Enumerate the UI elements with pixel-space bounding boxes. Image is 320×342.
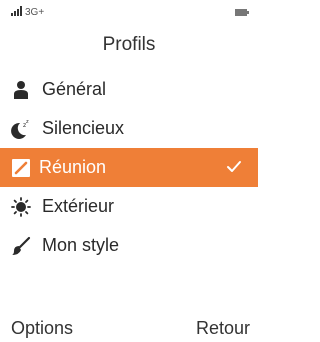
- profile-item-mon-style[interactable]: Mon style: [0, 226, 258, 265]
- options-softkey[interactable]: Options: [11, 316, 73, 340]
- page-title: Profils: [102, 34, 156, 55]
- person-icon: [14, 81, 28, 99]
- moon-sleep-icon: z z: [11, 119, 29, 139]
- profile-item-general[interactable]: Général: [0, 70, 258, 109]
- profile-item-label: Mon style: [42, 235, 120, 255]
- battery-icon: [235, 9, 249, 16]
- meeting-icon: [12, 159, 30, 177]
- profile-item-silencieux[interactable]: z z Silencieux: [0, 109, 258, 148]
- status-bar: 3G+: [0, 0, 258, 24]
- sun-icon: [11, 197, 31, 217]
- signal-icon: [11, 6, 22, 16]
- network-type-label: 3G+: [25, 7, 45, 18]
- svg-text:z: z: [26, 119, 29, 125]
- profile-item-exterieur[interactable]: Extérieur: [0, 187, 258, 226]
- back-softkey[interactable]: Retour: [196, 316, 250, 340]
- profile-item-label: Extérieur: [42, 196, 115, 216]
- profile-item-label: Silencieux: [42, 118, 125, 138]
- profile-item-label: Réunion: [39, 157, 107, 177]
- profile-item-reunion[interactable]: Réunion: [0, 148, 258, 187]
- brush-icon: [12, 236, 31, 255]
- softkey-bar: Options Retour: [0, 316, 258, 340]
- profile-item-label: Général: [42, 79, 107, 99]
- checkmark-icon: [227, 161, 241, 172]
- profile-list: Général z z Silencieux Réunion Extérieur…: [0, 70, 258, 265]
